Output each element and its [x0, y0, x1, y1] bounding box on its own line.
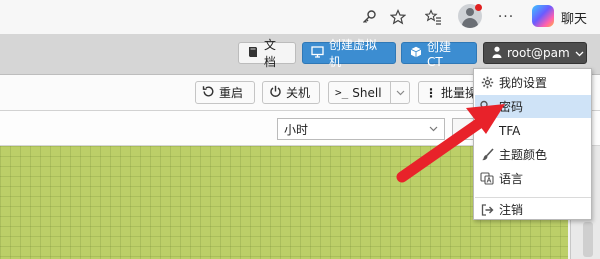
copilot-label[interactable]: 聊天: [561, 8, 587, 27]
docs-button[interactable]: 文档: [238, 38, 296, 69]
menu-item-theme[interactable]: 主题颜色: [475, 143, 591, 166]
menu-item-password[interactable]: 密码: [475, 95, 591, 118]
menu-item-my-settings[interactable]: 我的设置: [475, 71, 591, 94]
chevron-down-icon: [429, 124, 438, 135]
menu-item-logout[interactable]: 注销: [475, 198, 591, 221]
shell-button[interactable]: >_ Shell: [328, 81, 410, 104]
create-vm-button[interactable]: 创建虚拟机: [302, 38, 396, 69]
user-icon: [492, 46, 502, 61]
cube-icon: [410, 46, 422, 61]
favorites-icon[interactable]: [420, 4, 446, 30]
shell-label: Shell: [352, 85, 382, 100]
book-icon: [247, 46, 259, 61]
menu-item-label: 我的设置: [499, 76, 548, 90]
docs-label: 文档: [264, 38, 277, 69]
paintbrush-icon: [475, 148, 499, 161]
gear-icon: [475, 76, 499, 89]
copilot-icon[interactable]: [532, 5, 554, 27]
key-icon: [475, 100, 499, 113]
menu-item-tfa[interactable]: TFA: [475, 119, 591, 142]
shutdown-label: 关机: [286, 86, 311, 100]
monitor-icon: [311, 45, 324, 61]
browser-toolbar: ··· 聊天: [0, 0, 600, 35]
key-icon[interactable]: [356, 4, 382, 30]
user-label: root@pam: [507, 46, 570, 60]
power-icon: [269, 85, 282, 101]
menu-item-label: 密码: [499, 100, 524, 114]
user-dropdown-menu: 我的设置 密码 TFA 主题颜色 语言 注销: [473, 68, 592, 220]
menu-item-label: TFA: [499, 123, 521, 138]
notification-dot: [475, 4, 482, 11]
timeframe-select[interactable]: 小时: [277, 118, 445, 140]
user-menu-button[interactable]: root@pam: [483, 42, 587, 64]
reboot-label: 重启: [219, 86, 244, 100]
more-vertical-icon: ⋮: [425, 85, 437, 100]
menu-item-label: 注销: [499, 203, 524, 217]
refresh-icon: [202, 85, 215, 101]
timeframe-value: 小时: [284, 122, 309, 137]
menu-item-label: 语言: [499, 172, 524, 186]
terminal-icon: >_: [335, 86, 349, 99]
logout-icon: [475, 203, 499, 216]
create-ct-label: 创建 CT: [427, 39, 452, 69]
chevron-down-icon: [575, 46, 584, 60]
create-ct-button[interactable]: 创建 CT: [401, 40, 477, 69]
menu-item-label: 主题颜色: [499, 148, 548, 162]
shutdown-button[interactable]: 关机: [262, 81, 320, 104]
create-vm-label: 创建虚拟机: [329, 38, 378, 69]
bulk-actions-label: 批量操: [441, 86, 478, 100]
language-icon: [475, 172, 499, 185]
reboot-button[interactable]: 重启: [195, 81, 255, 104]
star-icon[interactable]: [385, 4, 411, 30]
chevron-down-icon[interactable]: [390, 82, 409, 103]
menu-item-language[interactable]: 语言: [475, 167, 591, 190]
more-icon[interactable]: ···: [493, 4, 519, 30]
